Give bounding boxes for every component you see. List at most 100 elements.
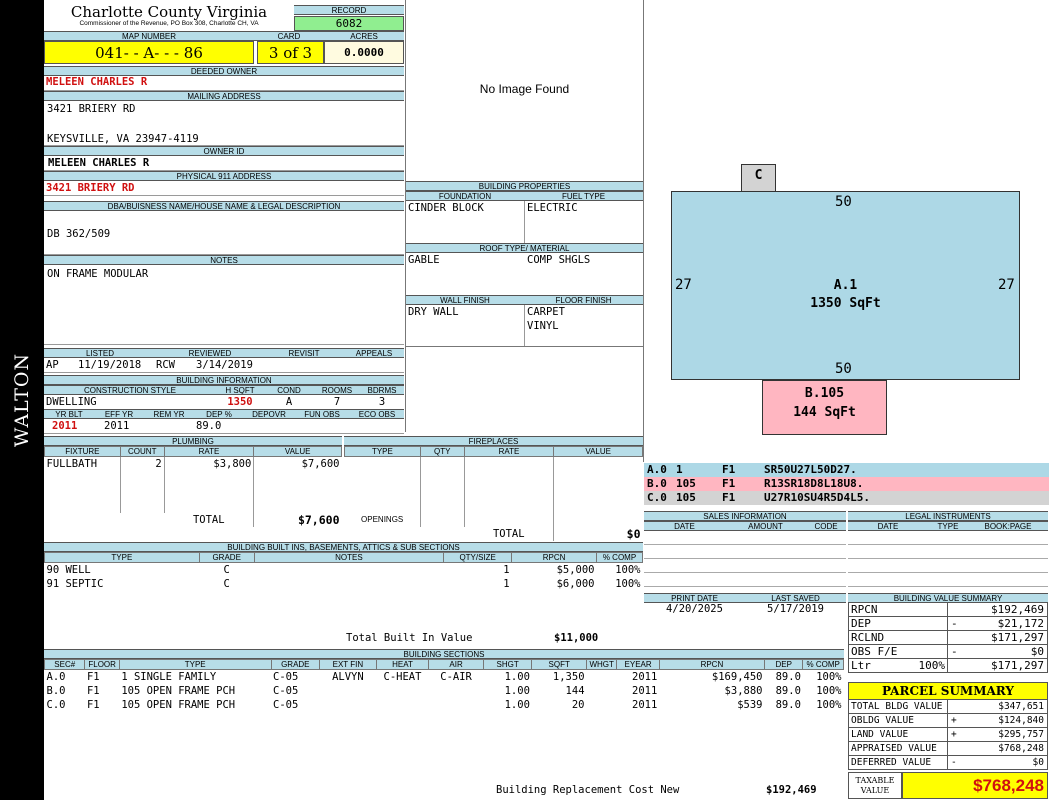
floor-finish-value-2: VINYL [527, 320, 559, 332]
funobs-header: FUN OBS [294, 409, 350, 419]
taxable-value: $768,248 [902, 772, 1048, 799]
builtin-rpcn: $6,000 [556, 577, 595, 590]
legend-code: 105 [676, 477, 696, 490]
legend-sec: B.0 [647, 477, 667, 490]
builtin-notes [254, 577, 444, 591]
bp-divider-1 [524, 201, 525, 243]
sketch-a-sqft: 1350 SqFt [810, 296, 881, 311]
section-air: C-AIR [440, 670, 472, 683]
hsqft-value: 1350 [227, 396, 253, 408]
section-rpcn: $3,880 [724, 684, 763, 697]
sketch-right-dim: 27 [998, 277, 1015, 293]
section-shgt: 1.00 [504, 670, 530, 683]
sales-col-date: DATE [644, 521, 725, 531]
foundation-header: FOUNDATION [406, 191, 524, 201]
legend-sec: A.0 [647, 463, 667, 476]
hsqft-header: H SQFT [216, 385, 264, 395]
legal-col-date: DATE [848, 521, 928, 531]
owner-id: MELEEN CHARLES R [44, 157, 404, 171]
print-date: 4/20/2025 [666, 603, 723, 615]
summary-divider [947, 756, 948, 769]
legal-header: LEGAL INSTRUMENTS [848, 511, 1048, 521]
section-whgt [587, 670, 617, 684]
listed-date: 11/19/2018 [78, 359, 142, 371]
builtin-grade: C [223, 577, 230, 590]
fireplace-total: $0 [626, 526, 641, 541]
summary-row: DEP - $21,172 [848, 617, 1048, 631]
plumbing-total-label: TOTAL [164, 512, 255, 527]
builtin-comp: 100% [615, 563, 641, 576]
section-sec: A.0 [46, 670, 66, 683]
sales-col-code: CODE [806, 521, 846, 531]
legend-floor: F1 [722, 463, 736, 476]
sec-col-comp: % COMP [802, 659, 844, 670]
wall-finish-header: WALL FINISH [406, 295, 524, 305]
summary-value: $171,297 [991, 659, 1044, 672]
table-row: A.0 F1 1 SINGLE FAMILY C-05 ALVYN C-HEAT C-AIR… [45, 670, 844, 684]
summary-divider [947, 631, 948, 644]
county-title: Charlotte County Virginia [70, 3, 268, 21]
last-saved-header: LAST SAVED [745, 593, 846, 603]
sketch-c-label: C [754, 168, 763, 183]
openings-label: OPENINGS [344, 512, 421, 527]
plumbing-table: FIXTURE COUNT RATE VALUE FULLBATH 2 $3,8… [44, 446, 342, 527]
builtins-header: BUILDING BUILT INS, BASEMENTS, ATTICS & … [44, 542, 643, 552]
sec-col-rpcn: RPCN [658, 659, 765, 670]
legal-rows [848, 531, 1048, 587]
taxable-label-2: VALUE [860, 786, 890, 795]
legend-path: U27R10SU4R5D4L5. [764, 491, 870, 504]
record-header: RECORD [294, 5, 404, 15]
summary-value: $124,840 [998, 715, 1044, 726]
building-sections-header: BUILDING SECTIONS [44, 649, 844, 659]
summary-divider [947, 617, 948, 630]
plumbing-header: PLUMBING [44, 436, 342, 446]
sketch-top-dim: 50 [835, 194, 852, 210]
builtin-col-comp: % COMP [596, 552, 643, 563]
sketch-section-c: C [741, 164, 776, 192]
value-summary: RPCN $192,469 DEP - $21,172 RCLND $171,297 OBS … [848, 603, 1048, 673]
brcn-value: $192,469 [766, 784, 817, 796]
legend-sec: C.0 [647, 491, 667, 504]
cond-value: A [285, 396, 293, 408]
section-type: 1 SINGLE FAMILY [121, 670, 217, 683]
sketch-legend: A.0 1 F1 SR50U27L50D27. B.0 105 F1 R13SR18D8L18… [644, 463, 1049, 505]
summary-row: TOTAL BLDG VALUE $347,651 [848, 700, 1048, 714]
bp-bottom [406, 346, 643, 347]
appeals-header: APPEALS [344, 348, 404, 358]
sec-col-sqft: SQFT [531, 659, 588, 670]
legend-path: R13SR18D8L18U8. [764, 477, 864, 490]
mailing-line-1: 3421 BRIERY RD [47, 103, 136, 115]
reviewed-by: RCW [156, 359, 175, 371]
deeded-owner: MELEEN CHARLES R [44, 76, 404, 91]
builtin-qty: 1 [503, 577, 510, 590]
section-grade: C-05 [273, 698, 299, 711]
section-floor: F1 [86, 670, 100, 683]
dep-header: DEP % [194, 409, 244, 419]
section-extfin [320, 684, 377, 698]
dep-percent: 89.0 [196, 420, 222, 432]
section-grade: C-05 [273, 670, 299, 683]
plumbing-fixture: FULLBATH [44, 456, 121, 471]
section-extfin: ALVYN [332, 670, 364, 683]
reviewed-date: 3/14/2019 [196, 359, 253, 371]
section-floor: F1 [86, 684, 100, 697]
sales-header: SALES INFORMATION [644, 511, 846, 521]
plumbing-col-rate: RATE [163, 446, 255, 457]
rooms-value: 7 [333, 396, 341, 408]
summary-row: Ltr 100% $171,297 [848, 659, 1048, 673]
section-rpcn: $169,450 [711, 670, 763, 683]
sketch-b-label: B.105 [804, 386, 845, 401]
builtin-grade: C [223, 563, 230, 576]
builtin-rpcn: $5,000 [556, 563, 595, 576]
fireplace-col-qty: QTY [419, 446, 465, 457]
fireplace-total-label: TOTAL [464, 526, 555, 541]
section-rpcn: $539 [737, 698, 763, 711]
builtin-total-label: Total Built In Value [346, 632, 473, 644]
summary-label: DEFERRED VALUE [851, 757, 932, 768]
acres-value: 0.0000 [324, 41, 404, 64]
wall-finish-value: DRY WALL [408, 306, 459, 318]
notes-text: ON FRAME MODULAR [47, 268, 149, 280]
sec-col-dep: DEP [763, 659, 804, 670]
bp-divider-2 [524, 305, 525, 346]
summary-value: $0 [1030, 645, 1044, 658]
